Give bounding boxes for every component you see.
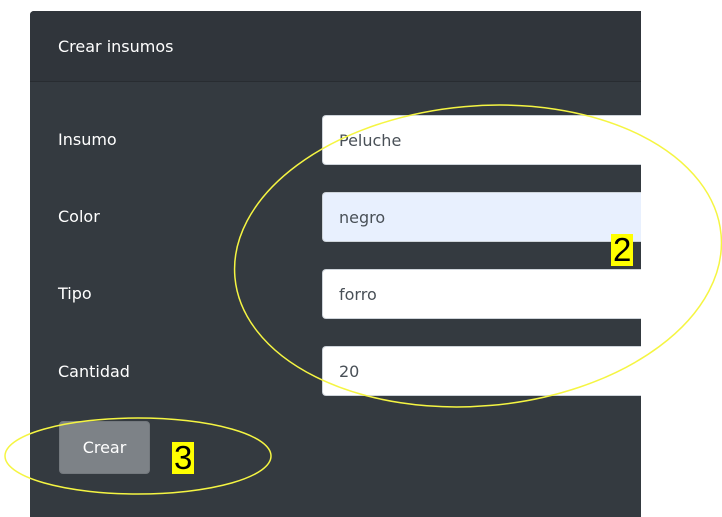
insumo-input[interactable]: [322, 115, 641, 165]
create-supplies-card: Crear insumos Insumo Color Tipo Cantidad…: [30, 11, 641, 517]
color-input[interactable]: [322, 192, 641, 242]
create-button[interactable]: Crear: [59, 421, 150, 474]
card-header: Crear insumos: [30, 11, 641, 82]
screenshot-stage: Crear insumos Insumo Color Tipo Cantidad…: [0, 0, 722, 517]
tipo-label: Tipo: [58, 284, 92, 303]
card-title: Crear insumos: [58, 37, 174, 56]
cantidad-label: Cantidad: [58, 362, 130, 381]
insumo-label: Insumo: [58, 130, 117, 149]
annotation-number-3: 3: [172, 439, 195, 476]
tipo-input[interactable]: [322, 269, 641, 319]
annotation-number-2: 2: [611, 231, 634, 268]
color-label: Color: [58, 207, 100, 226]
cantidad-input[interactable]: [322, 346, 641, 396]
